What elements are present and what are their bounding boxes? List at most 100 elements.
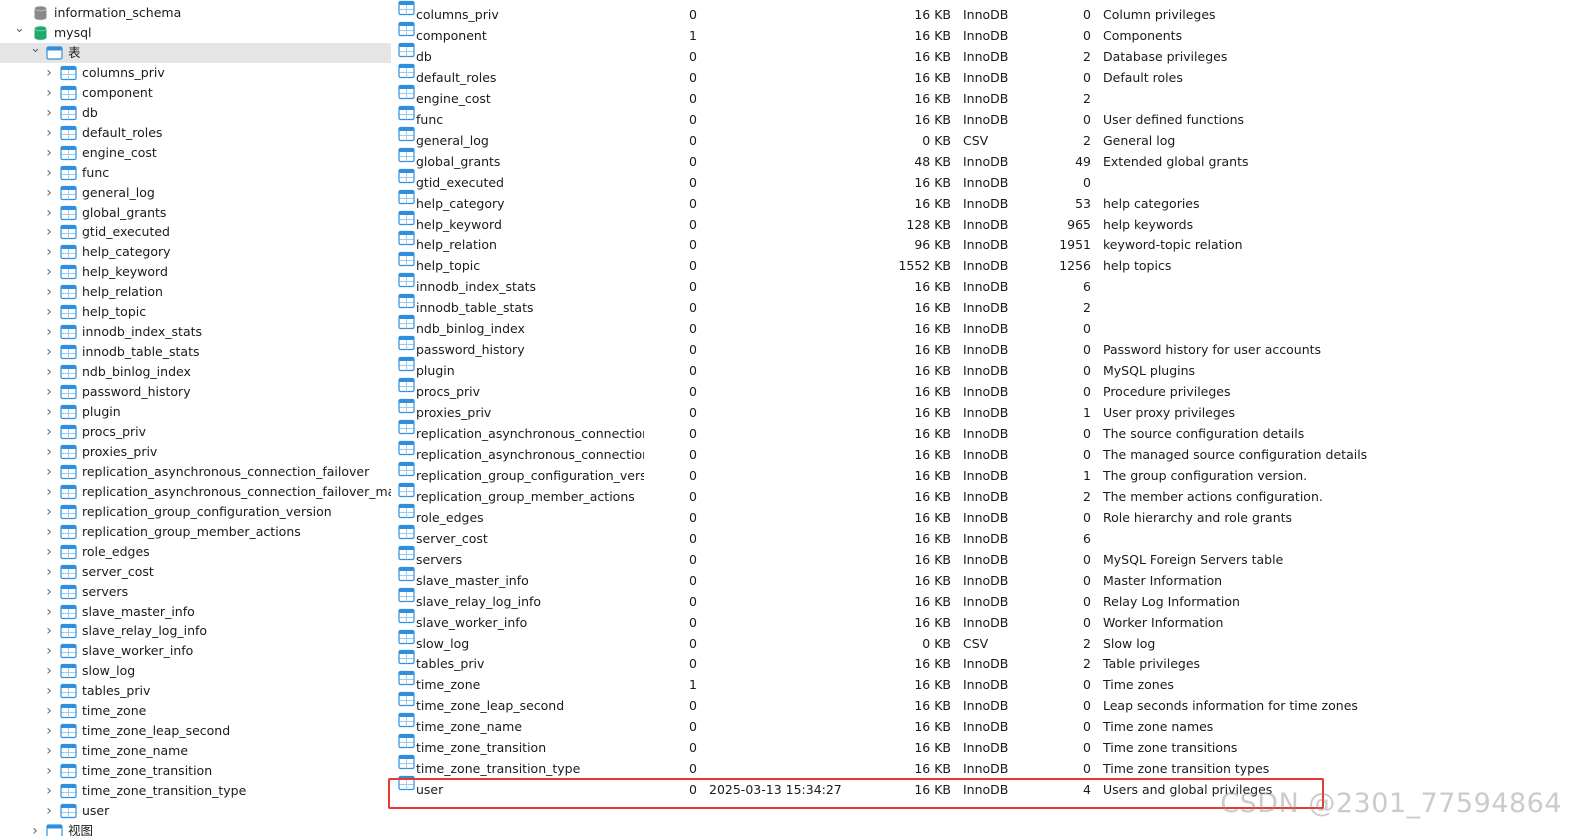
tree-table-item[interactable]: › replication_group_configuration_version [0,502,391,522]
tree-table-item[interactable]: › slave_relay_log_info [0,621,391,641]
chevron-down-icon[interactable]: ⌄ [14,22,25,43]
tree-table-item[interactable]: › slave_master_info [0,602,391,622]
chevron-right-icon[interactable]: › [44,63,54,83]
chevron-right-icon[interactable]: › [44,781,54,801]
table-row[interactable]: db 0 16 KB InnoDB 2 Database privileges [393,42,1572,64]
table-row[interactable]: time_zone_transition_type 0 16 KB InnoDB 0 Ti… [393,754,1572,776]
table-row[interactable]: server_cost 0 16 KB InnoDB 6 [393,524,1572,546]
chevron-right-icon[interactable]: › [44,362,54,382]
chevron-right-icon[interactable]: › [44,262,54,282]
chevron-right-icon[interactable]: › [44,721,54,741]
chevron-right-icon[interactable]: › [44,382,54,402]
tree-table-item[interactable]: › tables_priv [0,681,391,701]
tree-table-item[interactable]: › slave_worker_info [0,641,391,661]
tree-table-item[interactable]: › ndb_binlog_index [0,362,391,382]
tree-table-item[interactable]: › slow_log [0,661,391,681]
table-row[interactable]: slave_master_info 0 16 KB InnoDB 0 Master Inf… [393,566,1572,588]
tree-table-item[interactable]: › role_edges [0,542,391,562]
db-node-information-schema[interactable]: information_schema [0,3,391,23]
chevron-right-icon[interactable]: › [30,821,40,836]
tree-table-item[interactable]: › global_grants [0,203,391,223]
table-row[interactable]: time_zone 1 16 KB InnoDB 0 Time zones [393,670,1572,692]
chevron-right-icon[interactable]: › [44,242,54,262]
chevron-right-icon[interactable]: › [44,602,54,622]
table-row[interactable]: innodb_table_stats 0 16 KB InnoDB 2 [393,293,1572,315]
tree-table-item[interactable]: › time_zone [0,701,391,721]
chevron-down-icon[interactable]: ⌄ [30,42,41,63]
folder-node-views[interactable]: › 视图 [0,821,391,836]
table-row[interactable]: proxies_priv 0 16 KB InnoDB 1 User proxy priv… [393,398,1572,420]
chevron-right-icon[interactable]: › [44,103,54,123]
tree-table-item[interactable]: › innodb_table_stats [0,342,391,362]
tree-table-item[interactable]: › help_keyword [0,262,391,282]
table-row[interactable]: help_category 0 16 KB InnoDB 53 help categori… [393,189,1572,211]
table-row[interactable]: slave_worker_info 0 16 KB InnoDB 0 Worker Inf… [393,608,1572,630]
chevron-right-icon[interactable]: › [44,143,54,163]
tree-table-item[interactable]: › engine_cost [0,143,391,163]
table-row[interactable]: slave_relay_log_info 0 16 KB InnoDB 0 Relay L… [393,587,1572,609]
table-row[interactable]: plugin 0 16 KB InnoDB 0 MySQL plugins [393,356,1572,378]
chevron-right-icon[interactable]: › [44,163,54,183]
table-row[interactable]: replication_asynchronous_connection... 0 1… [393,419,1572,441]
table-row[interactable]: procs_priv 0 16 KB InnoDB 0 Procedure privile… [393,377,1572,399]
chevron-right-icon[interactable]: › [44,183,54,203]
chevron-right-icon[interactable]: › [44,83,54,103]
tree-table-item[interactable]: › servers [0,582,391,602]
table-row[interactable]: slow_log 0 0 KB CSV 2 Slow log [393,629,1572,651]
tree-table-item[interactable]: › server_cost [0,562,391,582]
table-row[interactable]: time_zone_name 0 16 KB InnoDB 0 Time zone nam… [393,712,1572,734]
table-row[interactable]: time_zone_transition 0 16 KB InnoDB 0 Time zo… [393,733,1572,755]
tree-table-item[interactable]: › help_topic [0,302,391,322]
tree-table-item[interactable]: › procs_priv [0,422,391,442]
tree-table-item[interactable]: › proxies_priv [0,442,391,462]
chevron-right-icon[interactable]: › [44,203,54,223]
chevron-right-icon[interactable]: › [44,222,54,242]
tree-table-item[interactable]: › user [0,801,391,821]
chevron-right-icon[interactable]: › [44,462,54,482]
table-row[interactable]: servers 0 16 KB InnoDB 0 MySQL Foreign Server… [393,545,1572,567]
tree-table-item[interactable]: › password_history [0,382,391,402]
chevron-right-icon[interactable]: › [44,681,54,701]
chevron-right-icon[interactable]: › [44,123,54,143]
table-row[interactable]: ndb_binlog_index 0 16 KB InnoDB 0 [393,314,1572,336]
chevron-right-icon[interactable]: › [44,621,54,641]
tree-table-item[interactable]: › default_roles [0,123,391,143]
chevron-right-icon[interactable]: › [44,741,54,761]
tree-table-item[interactable]: › time_zone_transition_type [0,781,391,801]
table-row[interactable]: default_roles 0 16 KB InnoDB 0 Default roles [393,63,1572,85]
table-row[interactable]: innodb_index_stats 0 16 KB InnoDB 6 [393,272,1572,294]
tree-table-item[interactable]: › time_zone_leap_second [0,721,391,741]
chevron-right-icon[interactable]: › [44,482,54,502]
tree-table-item[interactable]: › time_zone_transition [0,761,391,781]
tree-table-item[interactable]: › component [0,83,391,103]
table-row[interactable]: help_relation 0 96 KB InnoDB 1951 keyword-top… [393,230,1572,252]
tree-table-item[interactable]: › func [0,163,391,183]
table-row[interactable]: replication_group_member_actions 0 16 KB In… [393,482,1572,504]
table-row[interactable]: help_keyword 0 128 KB InnoDB 965 help keyword… [393,210,1572,232]
tree-table-item[interactable]: › plugin [0,402,391,422]
table-row[interactable]: replication_asynchronous_connection... 0 1… [393,440,1572,462]
tree-table-item[interactable]: › columns_priv [0,63,391,83]
table-row[interactable]: password_history 0 16 KB InnoDB 0 Password hi… [393,335,1572,357]
table-row[interactable]: func 0 16 KB InnoDB 0 User defined functions [393,105,1572,127]
chevron-right-icon[interactable]: › [44,302,54,322]
tree-table-item[interactable]: › general_log [0,183,391,203]
chevron-right-icon[interactable]: › [44,402,54,422]
chevron-right-icon[interactable]: › [44,522,54,542]
table-row[interactable]: role_edges 0 16 KB InnoDB 0 Role hierarchy an… [393,503,1572,525]
table-row[interactable]: global_grants 0 48 KB InnoDB 49 Extended glob… [393,147,1572,169]
chevron-right-icon[interactable]: › [44,661,54,681]
tree-table-item[interactable]: › help_category [0,242,391,262]
table-row[interactable]: columns_priv 0 16 KB InnoDB 0 Column privileg… [393,0,1572,22]
table-row[interactable]: help_topic 0 1552 KB InnoDB 1256 help topics [393,251,1572,273]
table-row[interactable]: gtid_executed 0 16 KB InnoDB 0 [393,168,1572,190]
chevron-right-icon[interactable]: › [44,801,54,821]
table-row[interactable]: time_zone_leap_second 0 16 KB InnoDB 0 Leap s… [393,691,1572,713]
tree-table-item[interactable]: › innodb_index_stats [0,322,391,342]
tree-table-item[interactable]: › replication_group_member_actions [0,522,391,542]
chevron-right-icon[interactable]: › [44,761,54,781]
tree-table-item[interactable]: › db [0,103,391,123]
table-row[interactable]: tables_priv 0 16 KB InnoDB 2 Table privileges [393,649,1572,671]
navigator-tree[interactable]: information_schema ⌄ mysql ⌄ 表 › columns_priv ›… [0,0,391,836]
tree-table-item[interactable]: › replication_asynchronous_connection_fai… [0,482,391,502]
